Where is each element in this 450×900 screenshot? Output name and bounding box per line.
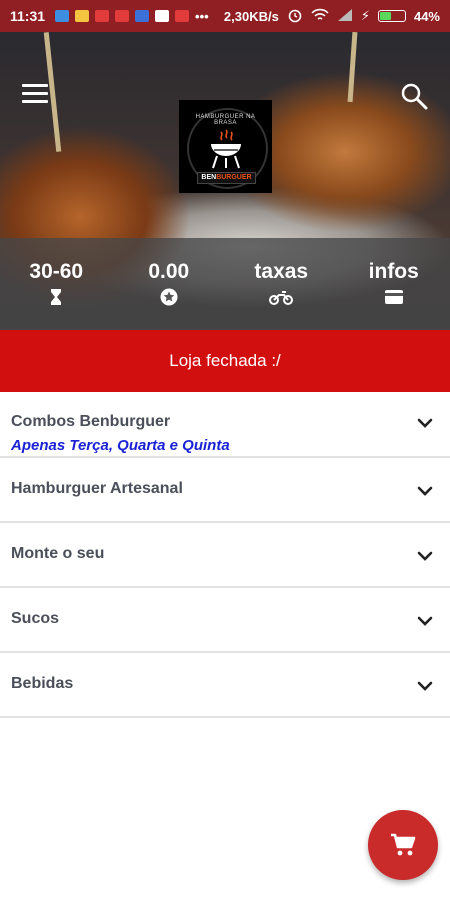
youtube-icon <box>95 10 110 22</box>
chevron-down-icon <box>417 551 433 561</box>
category-item-bebidas[interactable]: Bebidas <box>0 653 450 718</box>
youtube-icon <box>115 10 130 22</box>
category-name: Combos Benburguer <box>11 413 171 430</box>
search-button[interactable] <box>400 82 428 110</box>
category-subtitle: Apenas Terça, Quarta e Quinta <box>11 437 230 454</box>
stat-fees[interactable]: taxas <box>225 238 338 330</box>
more-notifications-icon: ••• <box>195 8 209 24</box>
stat-value: taxas <box>254 260 309 283</box>
store-stats-bar: 30-60 0.00 taxas infos <box>0 238 450 330</box>
store-closed-text: Loja fechada :/ <box>169 351 281 370</box>
star-icon <box>160 288 178 306</box>
cart-button[interactable] <box>368 810 438 880</box>
category-name: Bebidas <box>11 675 74 692</box>
category-item-combos[interactable]: Combos Benburguer Apenas Terça, Quarta e… <box>0 392 450 458</box>
stat-rating[interactable]: 0.00 <box>113 238 226 330</box>
hourglass-icon <box>51 289 62 305</box>
store-closed-banner: Loja fechada :/ <box>0 330 450 392</box>
notification-icon <box>75 10 90 22</box>
store-header-image: HAMBURGUER NA BRASA BENBURGUER 30-60 0.0… <box>0 32 450 330</box>
signal-icon <box>337 8 353 25</box>
status-time: 11:31 <box>10 8 46 24</box>
notification-icon <box>135 10 150 22</box>
chevron-down-icon <box>417 486 433 496</box>
store-logo: HAMBURGUER NA BRASA BENBURGUER <box>179 100 272 193</box>
mail-icon <box>155 10 170 22</box>
chevron-down-icon <box>417 681 433 691</box>
wifi-icon <box>311 8 329 25</box>
menu-button[interactable] <box>22 84 48 106</box>
motorcycle-icon <box>269 291 294 305</box>
youtube-icon <box>175 10 190 22</box>
chevron-down-icon <box>417 418 433 428</box>
search-icon <box>401 83 428 110</box>
chevron-down-icon <box>417 616 433 626</box>
decor-stick <box>347 32 358 103</box>
category-name: Hamburguer Artesanal <box>11 480 183 497</box>
charging-icon: ⚡ <box>360 8 370 23</box>
category-name: Sucos <box>11 610 60 627</box>
logo-title: HAMBURGUER NA BRASA <box>195 114 256 126</box>
category-item-hamburguer-artesanal[interactable]: Hamburguer Artesanal <box>0 458 450 523</box>
network-speed: 2,30KB/s <box>223 8 279 24</box>
category-list: Combos Benburguer Apenas Terça, Quarta e… <box>0 392 450 718</box>
logo-brand-suffix: BURGUER <box>216 174 252 181</box>
category-item-monte-o-seu[interactable]: Monte o seu <box>0 523 450 588</box>
battery-icon <box>377 10 406 22</box>
grill-icon <box>211 129 241 169</box>
stat-value: infos <box>368 260 419 283</box>
notification-icon <box>55 10 70 22</box>
stat-value: 30-60 <box>29 260 84 283</box>
stat-value: 0.00 <box>148 260 190 283</box>
category-item-sucos[interactable]: Sucos <box>0 588 450 653</box>
battery-percent: 44% <box>413 8 440 24</box>
stat-delivery-time[interactable]: 30-60 <box>0 238 113 330</box>
logo-brand: BENBURGUER <box>197 172 256 184</box>
status-bar: 11:31 ••• 2,30KB/s ⚡ 44% <box>0 0 450 32</box>
credit-card-icon <box>384 290 403 304</box>
logo-brand-prefix: BEN <box>201 174 217 181</box>
category-name: Monte o seu <box>11 545 105 562</box>
alarm-icon <box>287 7 303 26</box>
shopping-cart-icon <box>391 833 416 856</box>
stat-infos[interactable]: infos <box>338 238 450 330</box>
